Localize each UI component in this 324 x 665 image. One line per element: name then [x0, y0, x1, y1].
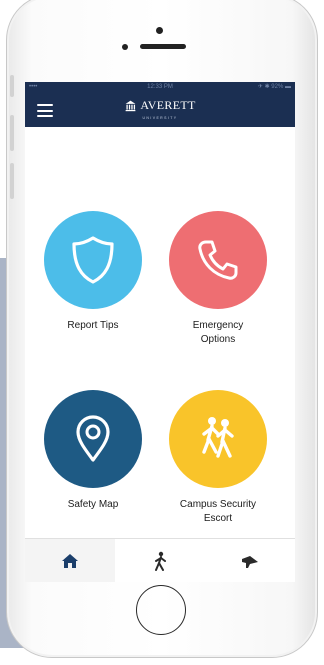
shield-icon — [72, 236, 114, 284]
report-tips-button[interactable] — [44, 211, 142, 309]
action-grid: Report Tips Emergency Options Safety Map — [25, 127, 295, 539]
earpiece-speaker — [140, 44, 186, 49]
campus-security-escort-button[interactable] — [169, 390, 267, 488]
tab-alerts[interactable] — [205, 539, 295, 582]
tile-safety-map[interactable]: Safety Map — [33, 390, 153, 512]
university-seal-icon — [126, 100, 136, 112]
brand-subtitle: UNIVERSITY — [142, 116, 178, 120]
safety-map-label: Safety Map — [67, 499, 119, 510]
device-home-button[interactable] — [136, 585, 186, 635]
tab-escort[interactable] — [115, 539, 205, 582]
status-bar: •••• 12:33 PM ✈ ✱ 92% ▬ — [25, 82, 295, 93]
volume-up-button — [10, 115, 14, 151]
app-header: AVERETT UNIVERSITY — [25, 93, 295, 127]
tile-emergency-options[interactable]: Emergency Options — [158, 211, 278, 347]
phone-icon — [198, 240, 238, 280]
brand-name: AVERETT — [140, 98, 196, 112]
emergency-options-label: Emergency Options — [192, 320, 244, 345]
walking-people-icon — [202, 417, 234, 458]
status-time: 12:33 PM — [147, 84, 173, 90]
map-pin-icon — [76, 415, 110, 462]
report-tips-label: Report Tips — [67, 320, 119, 331]
mute-switch — [10, 75, 14, 97]
safety-map-button[interactable] — [44, 390, 142, 488]
volume-down-button — [10, 163, 14, 199]
campus-security-escort-label: Campus Security Escort — [179, 499, 257, 524]
bottom-tab-bar — [25, 538, 295, 582]
home-icon — [62, 553, 78, 568]
tile-report-tips[interactable]: Report Tips — [33, 211, 153, 333]
app-screen: •••• 12:33 PM ✈ ✱ 92% ▬ AVERETT UNIVERSI… — [25, 82, 295, 582]
brand-logo: AVERETT UNIVERSITY — [25, 98, 295, 120]
bullhorn-icon — [242, 555, 258, 568]
battery-indicator: ✈ ✱ 92% ▬ — [257, 84, 291, 90]
tile-campus-security-escort[interactable]: Campus Security Escort — [158, 390, 278, 526]
proximity-sensor — [122, 44, 128, 50]
tab-home[interactable] — [25, 539, 115, 582]
emergency-options-button[interactable] — [169, 211, 267, 309]
front-camera — [156, 27, 163, 34]
walking-icon — [155, 551, 166, 571]
